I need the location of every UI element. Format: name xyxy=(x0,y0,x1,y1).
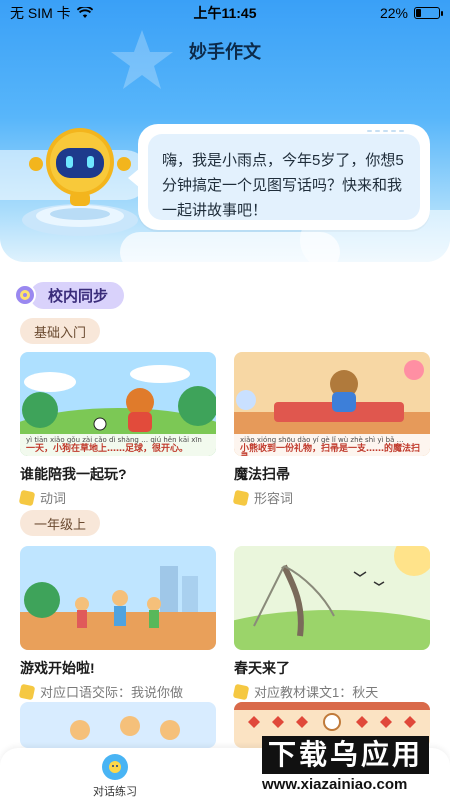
lesson-title: 游戏开始啦! xyxy=(20,660,95,676)
lesson-subtitle: 对应教材课文1：秋天 xyxy=(254,685,379,700)
lesson-card[interactable]: 游戏开始啦! 对应口语交际：我说你做 xyxy=(18,546,216,701)
section-header: 校内同步 xyxy=(14,281,125,309)
battery-icon xyxy=(414,7,443,19)
chat-practice-icon xyxy=(102,754,128,780)
lesson-thumbnail[interactable] xyxy=(20,546,216,650)
battery-percent: 22% xyxy=(379,5,408,21)
tab-label: 对话练习 xyxy=(93,786,137,798)
wifi-icon xyxy=(76,7,93,18)
lesson-card[interactable]: xiǎo xióng shōu dào yí gè lǐ wù zhè shì … xyxy=(232,352,430,507)
page-title: 妙手作文 xyxy=(189,42,261,62)
cloud-decoration xyxy=(120,232,340,262)
tag-icon xyxy=(232,683,250,700)
lesson-thumbnail[interactable]: yì tiān xiǎo gǒu zài cǎo dì shàng … qiú … xyxy=(20,352,216,456)
greeting-bubble: 嗨，我是小雨点，今年5岁了，你想5分钟搞定一个见图写话吗？快来和我一起讲故事吧！ xyxy=(128,124,430,230)
thumbnail-caption: yì tiān xiǎo gǒu zài cǎo dì shàng … qiú … xyxy=(20,434,216,456)
tag-icon xyxy=(18,489,36,506)
lesson-thumbnail[interactable] xyxy=(234,546,430,650)
group-chip-grade1[interactable]: 一年级上 xyxy=(20,510,101,536)
robot-mascot-icon xyxy=(22,128,138,236)
tag-icon xyxy=(18,683,36,700)
lesson-title: 魔法扫帚 xyxy=(234,466,290,482)
carrier-label: 无 SIM 卡 xyxy=(10,5,71,21)
section-title: 校内同步 xyxy=(30,281,125,309)
thumbnail-caption: xiǎo xióng shōu dào yí gè lǐ wù zhè shì … xyxy=(234,434,430,456)
lesson-card[interactable]: yì tiān xiǎo gǒu zài cǎo dì shàng … qiú … xyxy=(18,352,216,507)
lesson-card[interactable]: 春天来了 对应教材课文1：秋天 xyxy=(232,546,430,701)
tag-icon xyxy=(232,489,250,506)
watermark-logo: 下载乌应用 www.xiazainiao.com xyxy=(262,736,446,794)
greeting-text: 嗨，我是小雨点，今年5岁了，你想5分钟搞定一个见图写话吗？快来和我一起讲故事吧！ xyxy=(148,134,420,220)
lesson-title: 春天来了 xyxy=(234,660,290,676)
lesson-card[interactable] xyxy=(20,702,216,748)
lesson-thumbnail[interactable] xyxy=(20,702,216,748)
lesson-subtitle: 对应口语交际：我说你做 xyxy=(40,685,184,700)
lesson-subtitle: 动词 xyxy=(40,491,67,506)
lesson-title: 谁能陪我一起玩? xyxy=(20,466,127,482)
lesson-thumbnail[interactable]: xiǎo xióng shōu dào yí gè lǐ wù zhè shì … xyxy=(234,352,430,456)
status-bar: 无 SIM 卡 上午11:45 22% xyxy=(0,0,450,26)
tab-dialogue-practice[interactable]: 对话练习 xyxy=(80,754,150,799)
lesson-subtitle: 形容词 xyxy=(254,491,294,506)
section-badge-icon xyxy=(14,284,36,306)
group-chip-basic[interactable]: 基础入门 xyxy=(20,318,101,344)
